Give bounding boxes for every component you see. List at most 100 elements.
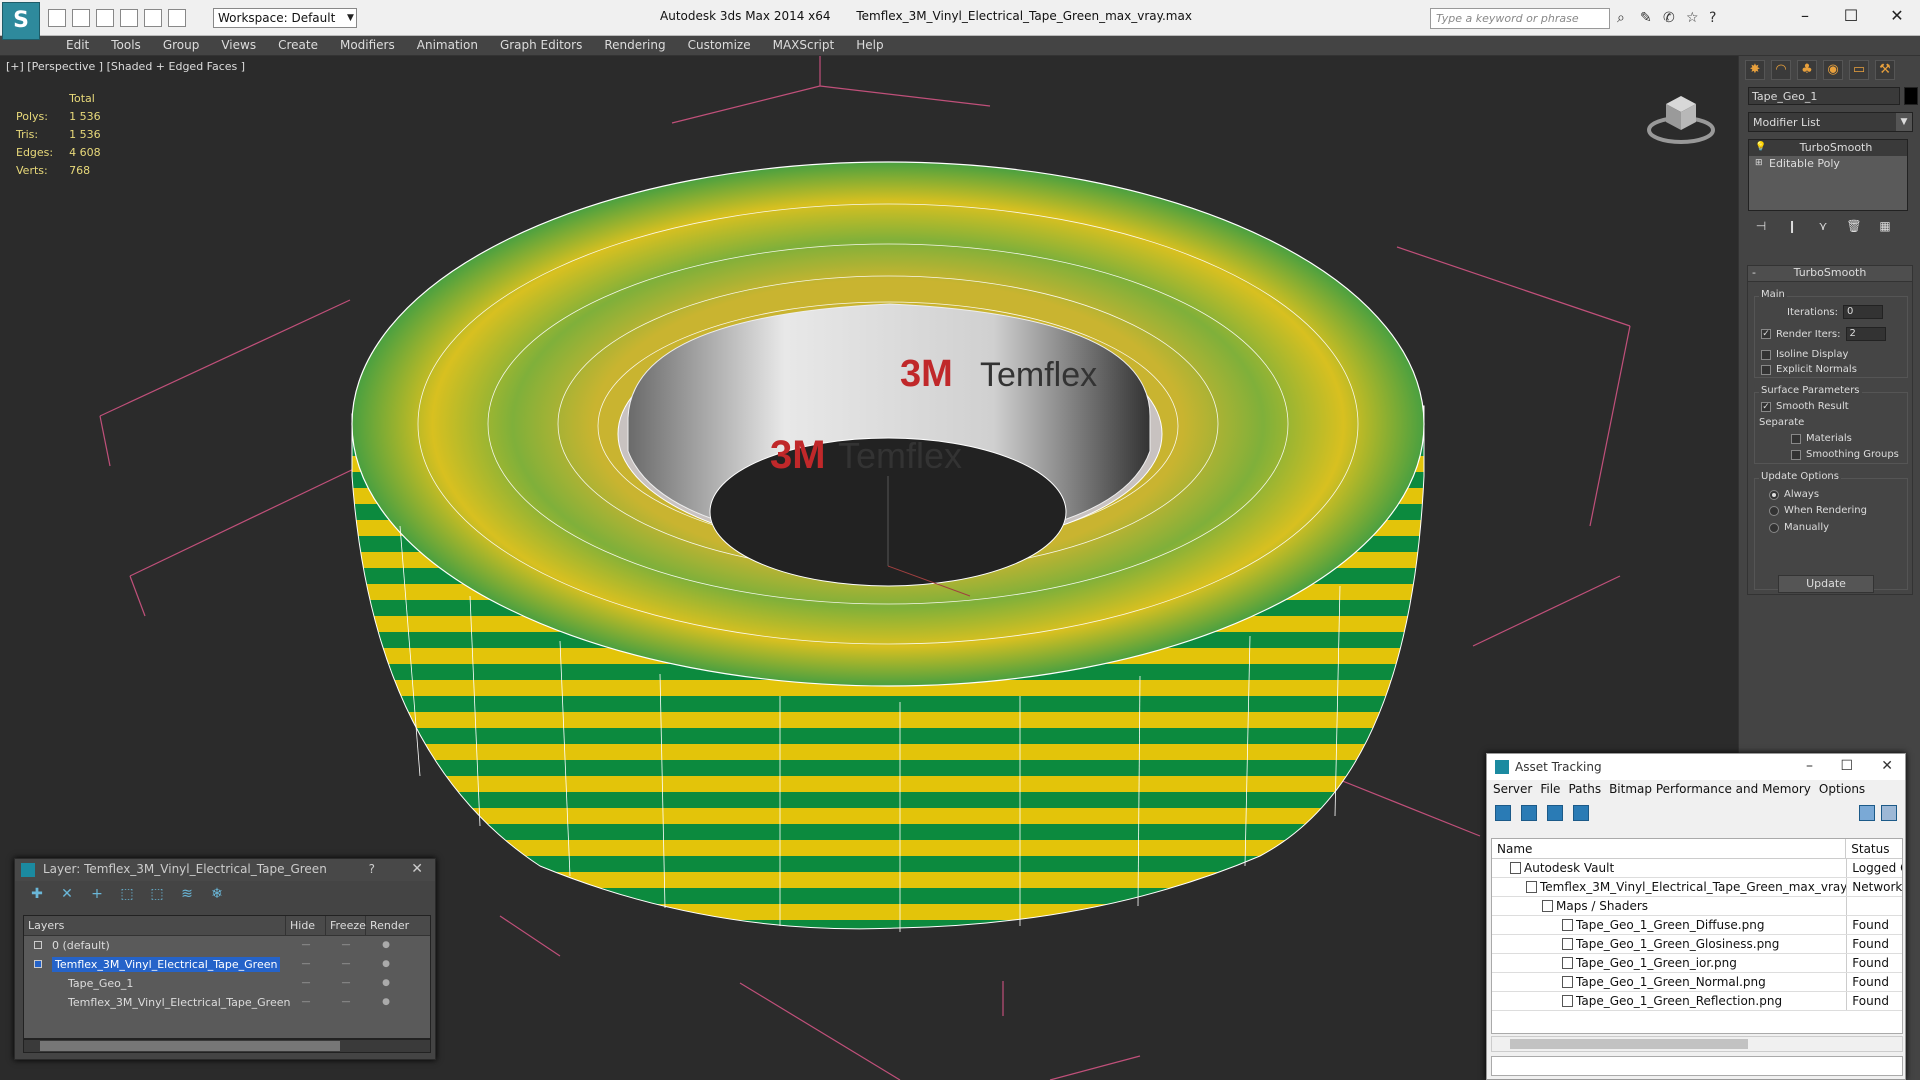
- remove-modifier-icon[interactable]: 🗑: [1846, 219, 1862, 235]
- select-layer-icon[interactable]: ⬚: [149, 886, 165, 902]
- help-icon[interactable]: ?: [1709, 10, 1725, 26]
- asset-row[interactable]: Temflex_3M_Vinyl_Electrical_Tape_Green_m…: [1492, 878, 1902, 897]
- render-iters-spinner[interactable]: 2: [1845, 327, 1886, 341]
- render-teapot-icon[interactable]: ●: [366, 936, 406, 955]
- create-layer-icon[interactable]: ✚: [29, 886, 45, 902]
- grid-view-icon[interactable]: [1573, 805, 1589, 821]
- horizontal-scrollbar[interactable]: [1491, 1036, 1903, 1052]
- viewport-label[interactable]: [+] [Perspective ] [Shaded + Edged Faces…: [6, 60, 245, 73]
- minimize-button[interactable]: –: [1790, 6, 1820, 25]
- asset-row[interactable]: Autodesk Vault Logged O: [1492, 859, 1902, 878]
- isoline-checkbox[interactable]: [1761, 349, 1771, 360]
- close-button[interactable]: ✕: [1882, 6, 1912, 25]
- project-folder-icon[interactable]: [168, 9, 186, 27]
- help-button[interactable]: ?: [369, 862, 375, 876]
- workspace-dropdown[interactable]: Workspace: Default: [213, 8, 357, 28]
- freeze-toggle[interactable]: —: [326, 955, 366, 974]
- modifier-list-dropdown[interactable]: Modifier List ▼: [1748, 112, 1913, 132]
- app-menu-button[interactable]: S: [2, 2, 40, 40]
- menu-edit[interactable]: Edit: [55, 36, 100, 55]
- utilities-tab-icon[interactable]: ⚒: [1875, 60, 1895, 80]
- object-name-field[interactable]: Tape_Geo_1: [1748, 87, 1900, 105]
- binoculars-icon[interactable]: ⌕: [1617, 10, 1633, 26]
- smoothing-groups-checkbox[interactable]: [1791, 449, 1801, 460]
- list-view-icon[interactable]: [1521, 805, 1537, 821]
- freeze-toggle[interactable]: —: [326, 974, 366, 993]
- asset-row[interactable]: Tape_Geo_1_Green_Diffuse.png Found: [1492, 916, 1902, 935]
- freeze-all-layers-icon[interactable]: ❄: [209, 886, 225, 902]
- viewcube[interactable]: [1646, 86, 1716, 146]
- vault-help-icon[interactable]: [1859, 805, 1875, 821]
- minimize-icon[interactable]: –: [1806, 758, 1813, 774]
- pin-stack-icon[interactable]: ⊣: [1753, 219, 1769, 235]
- explicit-normals-checkbox[interactable]: [1761, 364, 1771, 375]
- menu-tools[interactable]: Tools: [100, 36, 152, 55]
- iterations-spinner[interactable]: 0: [1843, 305, 1883, 319]
- menu-graph-editors[interactable]: Graph Editors: [489, 36, 593, 55]
- menu-customize[interactable]: Customize: [677, 36, 762, 55]
- layer-row-selected[interactable]: Temflex_3M_Vinyl_Electrical_Tape_Green —…: [24, 955, 430, 974]
- expand-plus-icon[interactable]: ⊞: [1755, 158, 1763, 168]
- asset-row[interactable]: Tape_Geo_1_Green_ior.png Found: [1492, 954, 1902, 973]
- configure-sets-icon[interactable]: ▦: [1877, 219, 1893, 235]
- column-header-layers[interactable]: Layers: [24, 916, 286, 935]
- render-iters-checkbox[interactable]: ✓: [1761, 329, 1771, 339]
- scrollbar-thumb[interactable]: [1510, 1039, 1748, 1049]
- subscription-icon[interactable]: ✎: [1640, 10, 1656, 26]
- table-view-icon[interactable]: [1547, 805, 1563, 821]
- object-color-swatch[interactable]: [1904, 87, 1918, 105]
- show-end-result-icon[interactable]: ❙: [1784, 219, 1800, 235]
- save-file-icon[interactable]: [96, 9, 114, 27]
- menu-views[interactable]: Views: [210, 36, 267, 55]
- modify-tab-icon[interactable]: ◠: [1771, 60, 1791, 80]
- asset-path-field[interactable]: [1491, 1056, 1903, 1076]
- close-icon[interactable]: ✕: [411, 861, 423, 877]
- close-icon[interactable]: ✕: [1881, 758, 1893, 774]
- select-objects-icon[interactable]: ⬚: [119, 886, 135, 902]
- menu-animation[interactable]: Animation: [406, 36, 489, 55]
- new-file-icon[interactable]: [48, 9, 66, 27]
- column-header-render[interactable]: Render: [366, 916, 410, 935]
- vault-settings-icon[interactable]: [1881, 805, 1897, 821]
- column-header-hide[interactable]: Hide: [286, 916, 326, 935]
- update-button[interactable]: Update: [1778, 575, 1874, 593]
- layer-row[interactable]: 0 (default) — — ●: [24, 936, 430, 955]
- menu-help[interactable]: Help: [845, 36, 894, 55]
- hide-all-layers-icon[interactable]: ≋: [179, 886, 195, 902]
- make-unique-icon[interactable]: ⋎: [1815, 219, 1831, 235]
- menu-group[interactable]: Group: [152, 36, 211, 55]
- column-header-name[interactable]: Name: [1492, 839, 1847, 858]
- hide-toggle[interactable]: —: [286, 955, 326, 974]
- column-header-freeze[interactable]: Freeze: [326, 916, 366, 935]
- maximize-button[interactable]: ☐: [1836, 6, 1866, 25]
- chevron-down-icon[interactable]: ▼: [1896, 113, 1912, 131]
- layer-object-row[interactable]: Tape_Geo_1 — — ●: [24, 974, 430, 993]
- asset-row[interactable]: Tape_Geo_1_Green_Glosiness.png Found: [1492, 935, 1902, 954]
- delete-layer-icon[interactable]: ✕: [59, 886, 75, 902]
- render-teapot-icon[interactable]: ●: [366, 993, 406, 1012]
- asset-row[interactable]: Maps / Shaders: [1492, 897, 1902, 916]
- smooth-result-checkbox[interactable]: ✓: [1761, 401, 1771, 412]
- render-teapot-icon[interactable]: ●: [366, 955, 406, 974]
- lightbulb-icon[interactable]: 💡: [1755, 142, 1766, 152]
- menu-maxscript[interactable]: MAXScript: [762, 36, 846, 55]
- hierarchy-tab-icon[interactable]: ♣: [1797, 60, 1817, 80]
- materials-checkbox[interactable]: [1791, 433, 1801, 444]
- menu-rendering[interactable]: Rendering: [593, 36, 676, 55]
- favorites-star-icon[interactable]: ☆: [1686, 10, 1702, 26]
- rollout-header[interactable]: - TurboSmooth: [1748, 266, 1912, 282]
- add-to-layer-icon[interactable]: +: [89, 886, 105, 902]
- refresh-icon[interactable]: [1495, 805, 1511, 821]
- always-radio[interactable]: [1769, 489, 1779, 500]
- collapse-icon[interactable]: -: [1752, 266, 1756, 279]
- maximize-icon[interactable]: ☐: [1840, 758, 1853, 774]
- scrollbar-thumb[interactable]: [40, 1041, 340, 1051]
- stack-item-editable-poly[interactable]: ⊞ Editable Poly: [1749, 156, 1907, 172]
- search-input[interactable]: Type a keyword or phrase: [1430, 8, 1610, 29]
- hide-toggle[interactable]: —: [286, 993, 326, 1012]
- layer-window-titlebar[interactable]: Layer: Temflex_3M_Vinyl_Electrical_Tape_…: [15, 859, 435, 881]
- undo-icon[interactable]: [120, 9, 138, 27]
- display-tab-icon[interactable]: ▭: [1849, 60, 1869, 80]
- asset-row[interactable]: Tape_Geo_1_Green_Reflection.png Found: [1492, 992, 1902, 1011]
- manually-radio[interactable]: [1769, 522, 1779, 533]
